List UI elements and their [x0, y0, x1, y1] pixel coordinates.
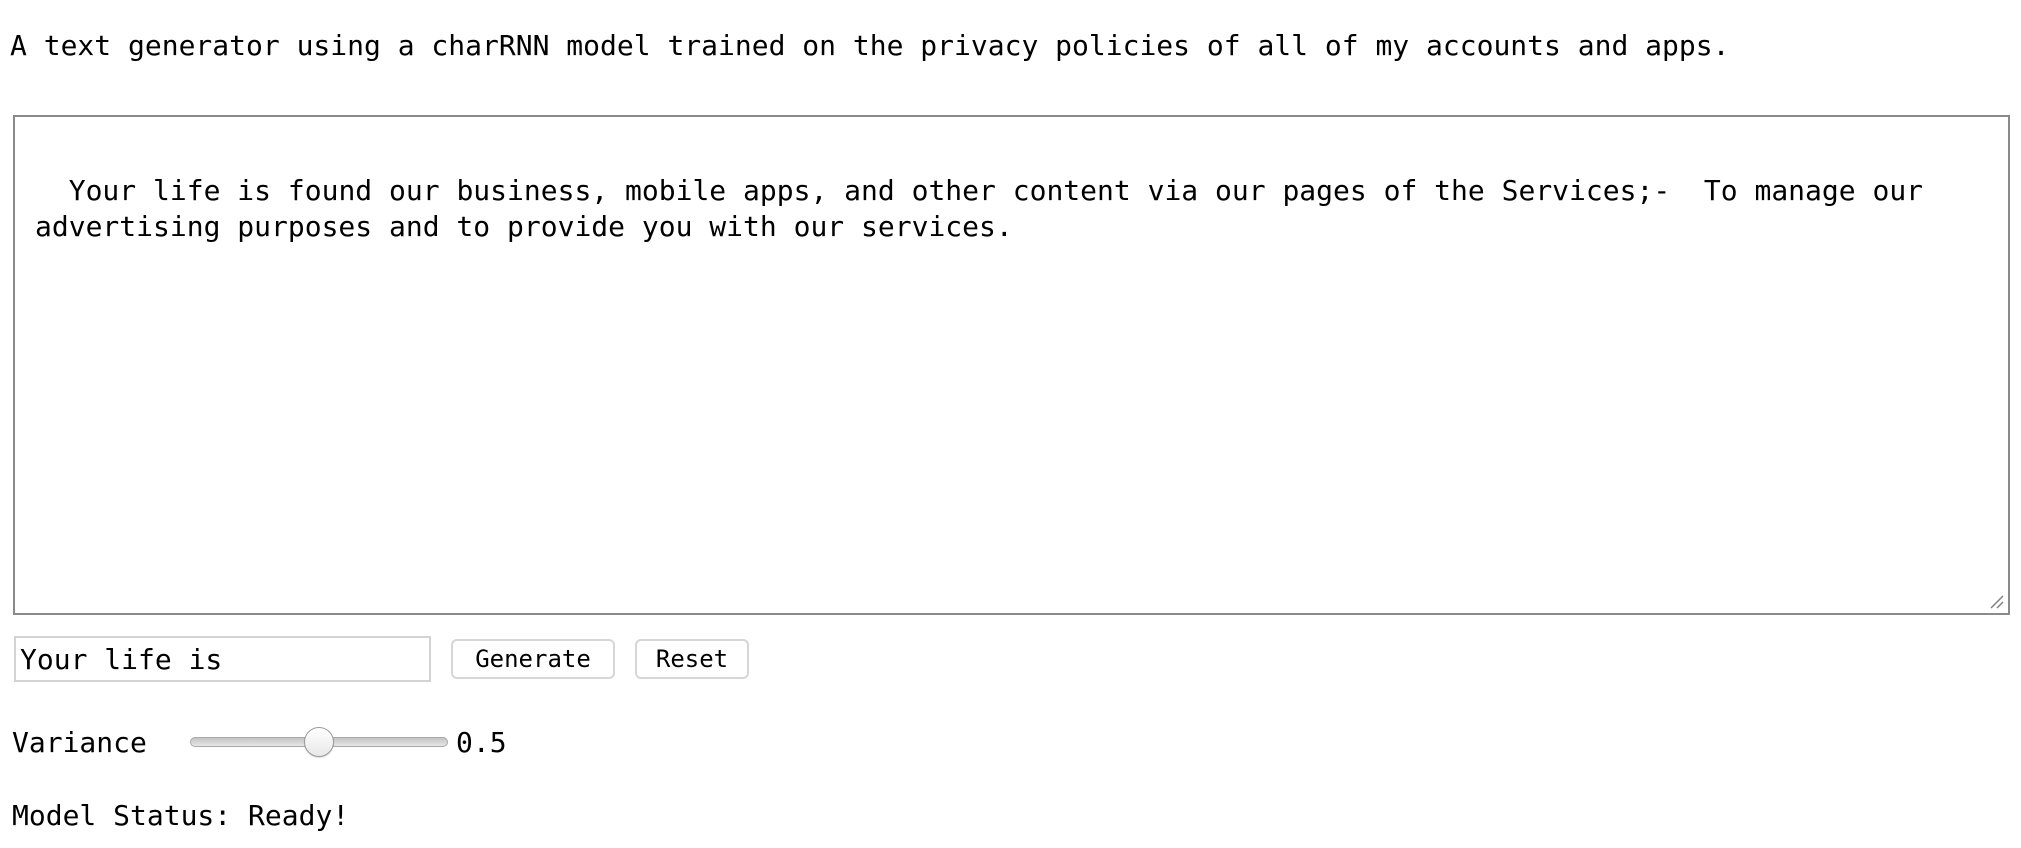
seed-text-input[interactable]	[14, 636, 431, 682]
generated-text: Your life is found our business, mobile …	[35, 174, 1940, 243]
variance-row: Variance 0.5	[12, 722, 507, 762]
variance-label: Variance	[12, 725, 147, 759]
model-status-value: Ready!	[248, 799, 350, 832]
slider-thumb[interactable]	[304, 727, 334, 757]
model-status-label: Model Status:	[12, 799, 232, 832]
generated-text-area[interactable]: Your life is found our business, mobile …	[13, 115, 2010, 615]
intro-text: A text generator using a charRNN model t…	[10, 29, 1730, 62]
generator-controls: Generate Reset	[14, 636, 749, 682]
variance-slider[interactable]	[188, 726, 450, 758]
variance-value: 0.5	[456, 725, 507, 759]
generate-button[interactable]: Generate	[451, 639, 615, 679]
reset-button[interactable]: Reset	[635, 639, 749, 679]
resize-grip-icon[interactable]	[1988, 593, 2004, 609]
model-status: Model Status: Ready!	[12, 796, 349, 836]
